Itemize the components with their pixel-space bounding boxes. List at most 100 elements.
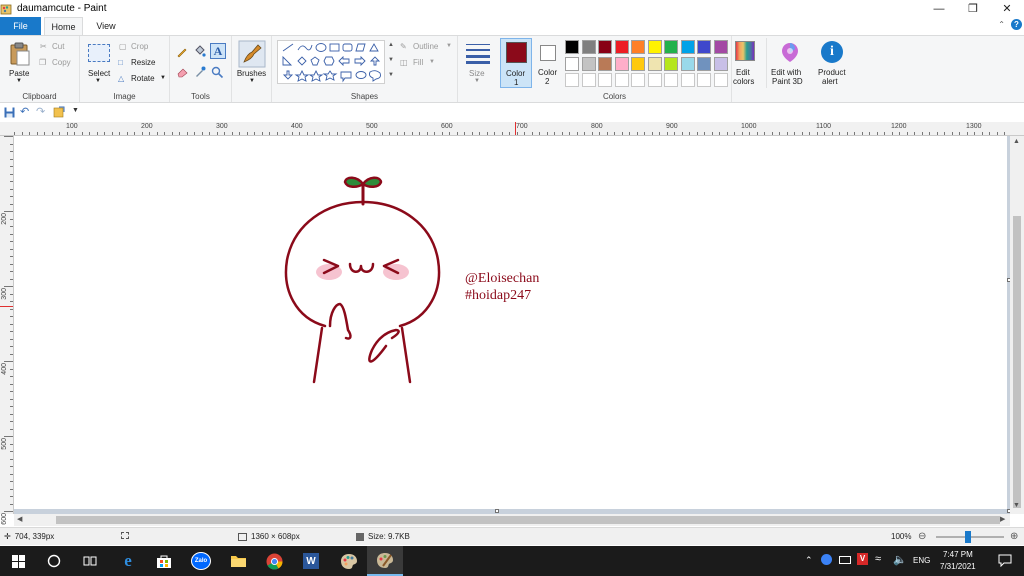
custom-color-slot[interactable]	[697, 73, 711, 87]
tray-app-icon[interactable]	[821, 554, 832, 565]
tab-home[interactable]: Home	[44, 17, 83, 35]
tray-expand-icon[interactable]: ⌃	[805, 555, 813, 566]
scroll-down-icon[interactable]: ▼	[1013, 502, 1020, 509]
pencil-icon[interactable]	[176, 46, 188, 58]
close-button[interactable]: ✕	[990, 0, 1024, 17]
help-icon[interactable]: ?	[1011, 19, 1022, 30]
custom-color-slot[interactable]	[680, 73, 695, 87]
task-view-button[interactable]	[72, 546, 108, 576]
custom-color-slot[interactable]	[565, 73, 579, 87]
language-indicator[interactable]: ENG	[913, 556, 930, 565]
paint-app-icon[interactable]	[0, 2, 14, 16]
palette-swatch[interactable]	[664, 40, 678, 54]
taskbar-edge[interactable]: e	[110, 546, 146, 576]
zoom-out-icon[interactable]: ⊖	[918, 531, 926, 542]
save-icon[interactable]	[4, 107, 15, 118]
palette-swatch[interactable]	[581, 40, 596, 54]
palette-swatch[interactable]	[598, 40, 612, 54]
palette-swatch[interactable]	[713, 56, 728, 71]
shapes-more-icon[interactable]: ▼	[388, 72, 394, 78]
product-alert-button[interactable]: i Product alert	[812, 38, 854, 88]
taskbar-chrome[interactable]	[256, 546, 292, 576]
shapes-scroll-up-icon[interactable]: ▲	[388, 42, 394, 48]
antivirus-icon[interactable]: V	[857, 553, 868, 565]
wifi-icon[interactable]: ≈	[875, 553, 881, 565]
palette-swatch[interactable]	[614, 56, 629, 71]
edit-with-paint3d-button[interactable]: Edit with Paint 3D	[766, 38, 810, 88]
drawing-canvas[interactable]: @Eloisechan #hoidap247	[14, 136, 1007, 509]
volume-icon[interactable]: 🔈	[893, 553, 907, 566]
ruler-tick	[764, 132, 765, 135]
custom-color-slot[interactable]	[598, 73, 612, 87]
taskbar-paint-app-2[interactable]	[367, 546, 403, 576]
scroll-left-icon[interactable]: ◀	[17, 515, 22, 523]
shapes-gallery[interactable]	[277, 40, 385, 84]
restore-button[interactable]: ❐	[956, 0, 990, 17]
palette-swatch[interactable]	[697, 40, 711, 54]
text-tool-icon[interactable]: A	[210, 43, 226, 59]
ruler-tick	[10, 226, 13, 227]
customize-file-icon[interactable]	[53, 106, 65, 118]
palette-swatch[interactable]	[631, 56, 645, 71]
palette-swatch[interactable]	[680, 40, 695, 54]
taskbar-word[interactable]: W	[293, 546, 329, 576]
search-button[interactable]	[36, 546, 72, 576]
eraser-icon[interactable]	[176, 66, 189, 78]
zoom-slider-thumb[interactable]	[965, 531, 971, 543]
color2-button[interactable]: Color 2	[534, 38, 564, 88]
battery-icon[interactable]	[839, 556, 851, 564]
edit-colors-button[interactable]: Edit colors	[732, 38, 758, 88]
rotate-dropdown-icon[interactable]: ▼	[160, 75, 166, 81]
taskbar-zalo[interactable]: Zalo	[183, 546, 219, 576]
custom-color-slot[interactable]	[614, 73, 629, 87]
tab-view[interactable]: View	[87, 17, 125, 35]
custom-color-slot[interactable]	[647, 73, 662, 87]
horizontal-scrollbar[interactable]: ◀ ▶	[14, 514, 1010, 526]
palette-swatch[interactable]	[664, 56, 678, 71]
palette-swatch[interactable]	[565, 40, 579, 54]
redo-icon[interactable]: ↷	[36, 105, 45, 118]
horizontal-scroll-thumb[interactable]	[56, 516, 1000, 524]
clock-time[interactable]: 7:47 PM	[943, 550, 973, 559]
undo-icon[interactable]: ↶	[20, 105, 29, 118]
taskbar-paint-app-1[interactable]	[331, 546, 367, 576]
palette-swatch[interactable]	[631, 40, 645, 54]
palette-swatch[interactable]	[565, 56, 579, 71]
qat-dropdown-icon[interactable]: ▼	[72, 107, 79, 114]
paste-dropdown-icon[interactable]: ▼	[16, 78, 22, 84]
taskbar-file-explorer[interactable]	[220, 546, 256, 576]
vertical-scroll-thumb[interactable]	[1013, 216, 1021, 508]
custom-color-slot[interactable]	[713, 73, 728, 87]
minimize-button[interactable]: —	[922, 0, 956, 17]
start-button[interactable]	[0, 546, 36, 576]
palette-swatch[interactable]	[598, 56, 612, 71]
palette-swatch[interactable]	[697, 56, 711, 71]
fill-bucket-icon[interactable]	[193, 45, 206, 58]
clock-date[interactable]: 7/31/2021	[940, 562, 976, 571]
brushes-dropdown-icon[interactable]: ▼	[249, 78, 255, 84]
select-dropdown-icon[interactable]: ▼	[95, 78, 101, 84]
palette-swatch[interactable]	[581, 56, 596, 71]
custom-color-slot[interactable]	[664, 73, 678, 87]
tab-file[interactable]: File	[0, 17, 41, 35]
taskbar-store[interactable]	[146, 546, 182, 576]
notifications-icon[interactable]	[998, 554, 1012, 567]
palette-swatch[interactable]	[680, 56, 695, 71]
scroll-up-icon[interactable]: ▲	[1013, 138, 1020, 145]
palette-swatch[interactable]	[713, 40, 728, 54]
custom-color-slot[interactable]	[631, 73, 645, 87]
ruler-tick	[201, 132, 203, 135]
resize-handle-bottom[interactable]	[495, 509, 499, 513]
collapse-ribbon-icon[interactable]: ⌃	[998, 20, 1005, 29]
zoom-in-icon[interactable]: ⊕	[1010, 531, 1018, 542]
color1-button[interactable]: Color 1	[500, 38, 532, 88]
custom-color-slot[interactable]	[581, 73, 596, 87]
palette-swatch[interactable]	[614, 40, 629, 54]
vertical-scrollbar[interactable]: ▲ ▼	[1010, 136, 1024, 514]
color-picker-icon[interactable]	[194, 66, 206, 78]
shapes-scroll-down-icon[interactable]: ▼	[388, 57, 394, 63]
palette-swatch[interactable]	[647, 40, 662, 54]
scroll-right-icon[interactable]: ▶	[1000, 515, 1005, 523]
magnifier-icon[interactable]	[211, 66, 224, 79]
palette-swatch[interactable]	[647, 56, 662, 71]
